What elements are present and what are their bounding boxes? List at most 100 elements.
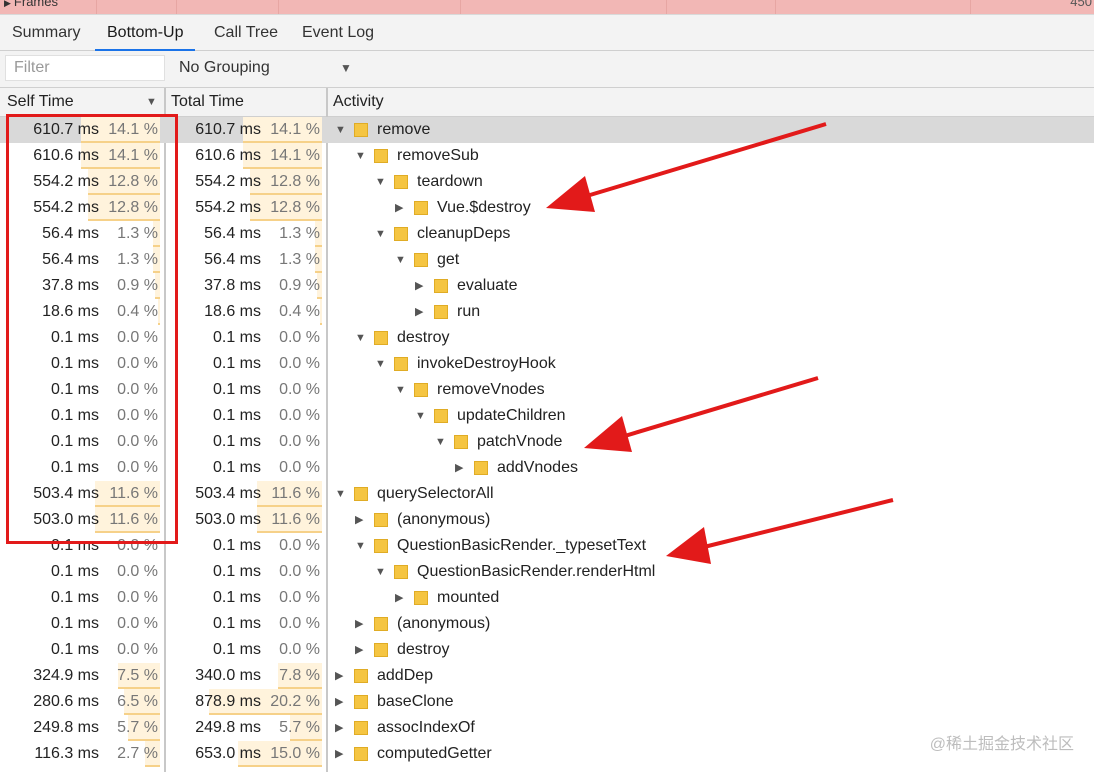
collapsed-triangle-icon[interactable]: ▶: [355, 637, 363, 663]
tree-row[interactable]: 56.4 ms 1.3 % 56.4 ms 1.3 % ▼ get: [0, 247, 1094, 273]
sort-descending-icon[interactable]: ▼: [146, 88, 157, 116]
folder-icon: [394, 175, 408, 189]
total-time-percent: 1.3 %: [279, 225, 320, 242]
self-time-percent: 12.8 %: [108, 173, 158, 190]
self-time-ms: 610.7 ms: [33, 121, 99, 138]
column-header-activity[interactable]: Activity: [333, 88, 384, 116]
total-time-ms: 0.1 ms: [212, 433, 261, 450]
tree-row[interactable]: 0.1 ms 0.0 % 0.1 ms 0.0 % ▼ QuestionBasicRend…: [0, 559, 1094, 585]
self-time-ms: 56.4 ms: [42, 251, 99, 268]
tree-row[interactable]: 116.3 ms 2.7 % 653.0 ms 15.0 % ▶ computedGett…: [0, 741, 1094, 767]
collapsed-triangle-icon[interactable]: ▶: [415, 299, 423, 325]
expanded-triangle-icon[interactable]: ▼: [375, 221, 386, 247]
total-time-ms: 503.4 ms: [195, 485, 261, 502]
tab-bottom-up[interactable]: Bottom-Up: [94, 15, 197, 51]
self-time-ms: 249.8 ms: [33, 719, 99, 736]
activity-label: baseClone: [377, 693, 454, 710]
collapsed-triangle-icon[interactable]: ▶: [335, 741, 343, 767]
tab-call-tree[interactable]: Call Tree: [214, 15, 278, 50]
collapsed-triangle-icon[interactable]: ▶: [335, 689, 343, 715]
collapsed-triangle-icon[interactable]: ▶: [355, 611, 363, 637]
expanded-triangle-icon[interactable]: ▼: [395, 377, 406, 403]
self-time-percent: 11.6 %: [109, 485, 158, 502]
activity-label: teardown: [417, 173, 483, 190]
self-time-ms: 554.2 ms: [33, 173, 99, 190]
total-time-percent: 14.1 %: [270, 147, 320, 164]
folder-icon: [354, 669, 368, 683]
tree-row[interactable]: 0.1 ms 0.0 % 0.1 ms 0.0 % ▼ removeVnodes: [0, 377, 1094, 403]
tree-row[interactable]: 610.6 ms 14.1 % 610.6 ms 14.1 % ▼ removeSub: [0, 143, 1094, 169]
self-time-ms: 503.4 ms: [33, 485, 99, 502]
collapsed-triangle-icon[interactable]: ▶: [335, 715, 343, 741]
tree-row[interactable]: 280.6 ms 6.5 % 878.9 ms 20.2 % ▶ baseClone: [0, 689, 1094, 715]
tree-row[interactable]: 0.1 ms 0.0 % 0.1 ms 0.0 % ▶ destroy: [0, 637, 1094, 663]
frames-label[interactable]: ▶ Frames: [4, 0, 58, 9]
tree-row[interactable]: 0.1 ms 0.0 % 0.1 ms 0.0 % ▶ mounted: [0, 585, 1094, 611]
grouping-select[interactable]: No Grouping: [179, 59, 270, 77]
expanded-triangle-icon[interactable]: ▼: [415, 403, 426, 429]
tree-row[interactable]: 37.8 ms 0.9 % 37.8 ms 0.9 % ▶ evaluate: [0, 273, 1094, 299]
collapsed-triangle-icon[interactable]: ▶: [455, 455, 463, 481]
total-time-percent: 0.0 %: [279, 355, 320, 372]
expanded-triangle-icon[interactable]: ▼: [375, 559, 386, 585]
expanded-triangle-icon[interactable]: ▼: [355, 143, 366, 169]
tree-row[interactable]: 503.0 ms 11.6 % 503.0 ms 11.6 % ▶ (anonymous): [0, 507, 1094, 533]
total-time-ms: 878.9 ms: [195, 693, 261, 710]
total-time-ms: 554.2 ms: [195, 199, 261, 216]
expanded-triangle-icon[interactable]: ▼: [335, 481, 346, 507]
self-time-ms: 610.6 ms: [33, 147, 99, 164]
total-time-percent: 11.6 %: [271, 511, 320, 528]
collapsed-triangle-icon[interactable]: ▶: [395, 585, 403, 611]
tree-row[interactable]: 0.1 ms 0.0 % 0.1 ms 0.0 % ▶ addVnodes: [0, 455, 1094, 481]
folder-icon: [354, 487, 368, 501]
expanded-triangle-icon[interactable]: ▼: [395, 247, 406, 273]
tree-row[interactable]: 503.4 ms 11.6 % 503.4 ms 11.6 % ▼ querySelect…: [0, 481, 1094, 507]
total-time-ms: 18.6 ms: [204, 303, 261, 320]
tree-row[interactable]: 554.2 ms 12.8 % 554.2 ms 12.8 % ▶ Vue.$destro…: [0, 195, 1094, 221]
expanded-triangle-icon[interactable]: ▼: [375, 169, 386, 195]
total-time-ms: 0.1 ms: [212, 329, 261, 346]
tree-row[interactable]: 0.1 ms 0.0 % 0.1 ms 0.0 % ▼ updateChildren: [0, 403, 1094, 429]
activity-label: remove: [377, 121, 431, 138]
tree-row[interactable]: 610.7 ms 14.1 % 610.7 ms 14.1 % ▼ remove: [0, 117, 1094, 143]
tree-row[interactable]: 0.1 ms 0.0 % 0.1 ms 0.0 % ▶ (anonymous): [0, 611, 1094, 637]
tree-row[interactable]: 0.1 ms 0.0 % 0.1 ms 0.0 % ▼ QuestionBasicRend…: [0, 533, 1094, 559]
self-time-ms: 0.1 ms: [50, 433, 99, 450]
tree-row[interactable]: 249.8 ms 5.7 % 249.8 ms 5.7 % ▶ assocIndexOf: [0, 715, 1094, 741]
total-time-ms: 56.4 ms: [204, 225, 261, 242]
total-time-percent: 0.0 %: [279, 641, 320, 658]
self-time-percent: 0.0 %: [117, 615, 158, 632]
self-time-percent: 0.0 %: [117, 537, 158, 554]
tree-row[interactable]: 324.9 ms 7.5 % 340.0 ms 7.8 % ▶ addDep: [0, 663, 1094, 689]
column-header-total-time[interactable]: Total Time: [171, 88, 244, 116]
column-header-self-time[interactable]: Self Time: [7, 88, 74, 116]
tree-row[interactable]: 0.1 ms 0.0 % 0.1 ms 0.0 % ▼ invokeDestroyHook: [0, 351, 1094, 377]
expanded-triangle-icon[interactable]: ▼: [355, 533, 366, 559]
activity-label: QuestionBasicRender.renderHtml: [417, 563, 656, 580]
activity-label: addVnodes: [497, 459, 578, 476]
collapsed-triangle-icon[interactable]: ▶: [395, 195, 403, 221]
expanded-triangle-icon[interactable]: ▼: [335, 117, 346, 143]
tree-row[interactable]: 554.2 ms 12.8 % 554.2 ms 12.8 % ▼ teardown: [0, 169, 1094, 195]
total-time-percent: 1.3 %: [279, 251, 320, 268]
chevron-down-icon[interactable]: ▼: [340, 61, 352, 75]
collapsed-triangle-icon[interactable]: ▶: [355, 507, 363, 533]
collapsed-triangle-icon[interactable]: ▶: [415, 273, 423, 299]
expanded-triangle-icon[interactable]: ▼: [435, 429, 446, 455]
self-time-percent: 0.0 %: [117, 459, 158, 476]
expanded-triangle-icon[interactable]: ▼: [355, 325, 366, 351]
expanded-triangle-icon[interactable]: ▼: [375, 351, 386, 377]
tab-summary[interactable]: Summary: [12, 15, 80, 50]
frame-divider: [96, 0, 97, 14]
folder-icon: [414, 201, 428, 215]
tree-row[interactable]: 56.4 ms 1.3 % 56.4 ms 1.3 % ▼ cleanupDeps: [0, 221, 1094, 247]
self-time-ms: 0.1 ms: [50, 563, 99, 580]
tree-row[interactable]: 0.1 ms 0.0 % 0.1 ms 0.0 % ▼ patchVnode: [0, 429, 1094, 455]
tab-event-log[interactable]: Event Log: [302, 15, 374, 50]
frames-track[interactable]: ▶ Frames 450: [0, 0, 1094, 15]
frame-divider: [666, 0, 667, 14]
tree-row[interactable]: 18.6 ms 0.4 % 18.6 ms 0.4 % ▶ run: [0, 299, 1094, 325]
tree-row[interactable]: 0.1 ms 0.0 % 0.1 ms 0.0 % ▼ destroy: [0, 325, 1094, 351]
collapsed-triangle-icon[interactable]: ▶: [335, 663, 343, 689]
filter-input[interactable]: [5, 55, 165, 81]
